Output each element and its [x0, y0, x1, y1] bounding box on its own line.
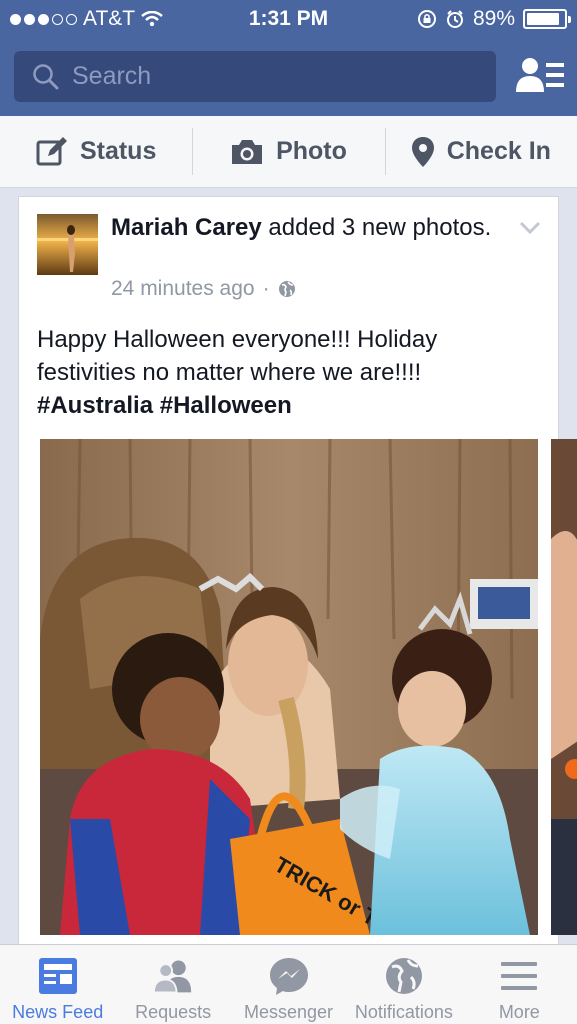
tab-requests-label: Requests — [135, 1002, 212, 1022]
composer-bar: Status Photo Check In — [0, 116, 577, 188]
photo-button[interactable]: Photo — [192, 116, 384, 187]
story-meta: 24 minutes ago · — [111, 277, 296, 301]
tab-messenger[interactable]: Messenger — [231, 945, 346, 1024]
rotation-lock-icon — [417, 10, 436, 28]
battery-percent: 89% — [472, 7, 515, 30]
check-in-label: Check In — [446, 137, 551, 165]
separator-dot: · — [262, 277, 270, 300]
menu-icon — [501, 962, 538, 990]
bottom-tab-bar: News Feed Requests Messenger Notificatio… — [0, 944, 577, 1024]
globe-icon — [278, 281, 295, 297]
status-button[interactable]: Status — [0, 116, 192, 187]
battery-icon — [523, 9, 571, 29]
chevron-down-icon[interactable] — [519, 221, 541, 235]
story-message: Happy Halloween everyone!!! Holiday fest… — [37, 323, 542, 422]
story-header: Mariah Carey added 3 new photos. — [111, 212, 521, 243]
search-input[interactable]: Search — [14, 51, 496, 102]
tab-news-feed[interactable]: News Feed — [0, 945, 115, 1024]
alarm-icon — [446, 10, 463, 28]
messenger-icon — [269, 958, 308, 995]
top-navigation-bar: AT&T 1:31 PM 89% Search — [0, 0, 577, 116]
news-feed-icon — [38, 958, 77, 994]
tab-requests[interactable]: Requests — [115, 945, 230, 1024]
tab-more[interactable]: More — [462, 945, 577, 1024]
next-photo-preview[interactable] — [551, 439, 577, 935]
status-right-group: 89% — [417, 7, 571, 31]
timestamp[interactable]: 24 minutes ago — [111, 277, 255, 301]
photo-label: Photo — [276, 137, 347, 165]
hashtags[interactable]: #Australia #Halloween — [37, 392, 292, 419]
status-bar: AT&T 1:31 PM 89% — [0, 0, 577, 38]
friends-list-icon[interactable] — [516, 56, 566, 96]
tab-news-feed-label: News Feed — [12, 1002, 104, 1022]
check-in-button[interactable]: Check In — [384, 116, 577, 187]
edit-icon — [36, 136, 67, 165]
author-name[interactable]: Mariah Carey — [111, 214, 262, 241]
camera-icon — [232, 139, 263, 164]
feed-story: Mariah Carey added 3 new photos. 24 minu… — [18, 196, 577, 956]
search-placeholder: Search — [72, 62, 152, 90]
friend-requests-icon — [153, 960, 192, 994]
avatar[interactable] — [37, 214, 98, 275]
message-text: Happy Halloween everyone!!! Holiday fest… — [37, 326, 438, 386]
tab-notifications-label: Notifications — [354, 1002, 453, 1022]
story-action: added 3 new photos. — [268, 214, 492, 241]
globe-icon — [385, 958, 422, 994]
location-pin-icon — [411, 136, 434, 167]
tab-more-label: More — [498, 1002, 540, 1022]
tab-notifications[interactable]: Notifications — [346, 945, 461, 1024]
tab-messenger-label: Messenger — [243, 1002, 334, 1022]
search-icon — [33, 63, 59, 89]
story-photo[interactable]: TRICK or TREAT — [40, 439, 538, 935]
status-label: Status — [79, 137, 157, 165]
